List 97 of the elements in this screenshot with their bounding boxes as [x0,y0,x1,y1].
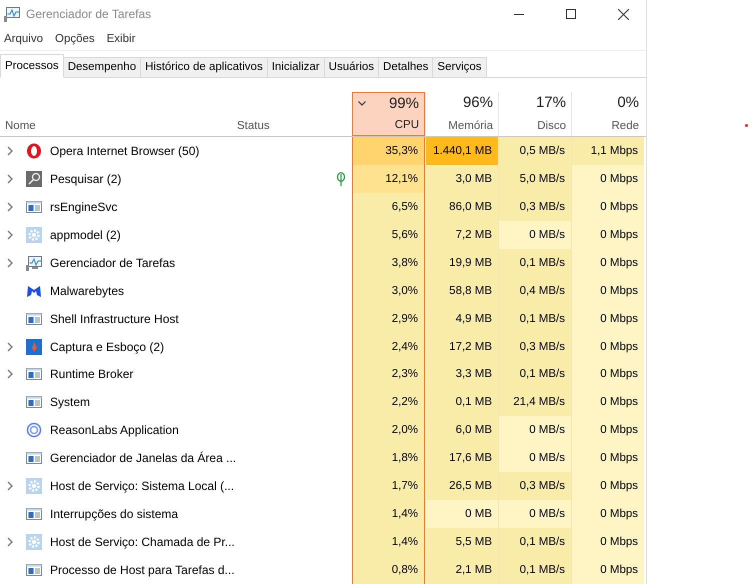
table-cell: 0 MB/s [498,444,571,472]
process-name: appmodel (2) [50,228,121,242]
process-name: Runtime Broker [50,367,134,382]
table-cell: 35,3% [352,136,425,165]
table-cell: 0,1 MB/s [498,528,571,556]
process-name: ReasonLabs Application [50,423,179,438]
table-cell: 0 Mbps [571,164,644,193]
table-cell: 6,0 MB [425,416,498,444]
process-name: Interrupções do sistema [50,507,178,522]
column-header[interactable]: 17% Disco [498,92,571,136]
table-cell: 5,0 MB/s [498,164,571,193]
tab[interactable]: Desempenho [62,56,142,77]
process-name: Pesquisar (2) [50,172,122,186]
table-cell: 21,4 MB/s [498,388,571,416]
tab[interactable]: Histórico de aplicativos [140,56,268,77]
table-cell: 0 MB [425,500,498,528]
table-cell: 0,5 MB/s [498,136,571,165]
process-name: Gerenciador de Janelas da Área ... [50,451,236,466]
process-name: Malwarebytes [50,284,124,298]
table-cell: 2,9% [352,304,425,333]
table-cell: 0 MB/s [498,220,571,249]
table-cell: 3,3 MB [425,360,498,388]
table-cell: 58,8 MB [425,276,498,305]
table-cell: 1,7% [352,472,425,500]
table-cell: 0,3 MB/s [498,192,571,221]
table-cell: 17,2 MB [425,332,498,360]
process-name: rsEngineSvc [50,200,118,214]
table-cell: 0 Mbps [571,416,644,444]
process-name: Shell Infrastructure Host [50,312,179,326]
tab[interactable]: Serviços [432,56,487,77]
process-name: Opera Internet Browser (50) [50,144,200,158]
table-cell: 1,1 Mbps [571,136,644,165]
column-header[interactable]: Nome [0,92,232,136]
table-cell: 0,3 MB/s [498,472,571,500]
table-cell: 0 MB/s [498,500,571,528]
column-header[interactable]: 0% Rede [571,92,644,136]
table-cell: 2,3% [352,360,425,388]
table-cell: 0 Mbps [571,248,644,277]
table-cell: 2,0% [352,416,425,444]
table-cell: 7,2 MB [425,220,498,249]
table-cell: 0 Mbps [571,332,644,360]
tab[interactable]: Processos [0,54,64,78]
table-cell: 0 Mbps [571,528,644,556]
table-cell: 0,8% [352,556,425,584]
table-cell: 3,8% [352,248,425,277]
table-cell: 3,0 MB [425,164,498,193]
process-name: Captura e Esboço (2) [50,340,164,354]
tab[interactable]: Inicializar [266,56,325,77]
table-cell: 0 MB/s [498,416,571,444]
process-name: Gerenciador de Tarefas [50,256,176,270]
table-cell: 0,1 MB/s [498,556,571,584]
process-name: System [50,395,90,410]
column-header[interactable]: 99% CPU [352,92,425,136]
table-cell: 19,9 MB [425,248,498,277]
table-cell: 0 Mbps [571,360,644,388]
table-cell: 0 Mbps [571,556,644,584]
menu-item[interactable]: Arquivo [4,32,43,45]
process-name: Host de Serviço: Chamada de Pr... [50,535,235,550]
tab[interactable]: Usuários [324,56,380,77]
table-cell: 0,1 MB/s [498,360,571,388]
table-cell: 86,0 MB [425,192,498,221]
table-cell: 1,8% [352,444,425,472]
menu-item[interactable]: Exibir [106,32,136,45]
table-cell: 0,3 MB/s [498,332,571,360]
table-cell: 5,6% [352,220,425,249]
table-cell: 1.440,1 MB [425,136,498,165]
tab[interactable]: Detalhes [378,56,434,77]
table-cell: 2,2% [352,388,425,416]
table-cell: 0 Mbps [571,500,644,528]
table-cell: 0,4 MB/s [498,276,571,305]
table-cell: 6,5% [352,192,425,221]
table-cell: 0 Mbps [571,276,644,305]
table-cell: 0,1 MB [425,388,498,416]
table-cell: 1,4% [352,500,425,528]
table-cell: 0,1 MB/s [498,248,571,277]
table-cell: 26,5 MB [425,472,498,500]
process-name: Host de Serviço: Sistema Local (... [50,479,234,494]
table-cell: 17,6 MB [425,444,498,472]
table-cell: 12,1% [352,164,425,193]
table-cell: 0 Mbps [571,304,644,333]
column-header[interactable]: 96% Memória [425,92,498,136]
table-cell: 0 Mbps [571,192,644,221]
table-cell: 1,4% [352,528,425,556]
table-cell: 0 Mbps [571,388,644,416]
table-cell: 2,4% [352,332,425,360]
table-cell: 2,1 MB [425,556,498,584]
window-title: Gerenciador de Tarefas [26,7,152,21]
table-cell: 0 Mbps [571,444,644,472]
process-name: Processo de Host para Tarefas d... [50,563,235,578]
menu-item[interactable]: Opções [55,32,95,45]
table-cell: 0,1 MB/s [498,304,571,333]
table-cell: 4,9 MB [425,304,498,333]
table-cell: 3,0% [352,276,425,305]
table-cell: 0 Mbps [571,220,644,249]
table-cell: 0 Mbps [571,472,644,500]
table-cell: 5,5 MB [425,528,498,556]
column-header[interactable]: Status [232,92,352,136]
